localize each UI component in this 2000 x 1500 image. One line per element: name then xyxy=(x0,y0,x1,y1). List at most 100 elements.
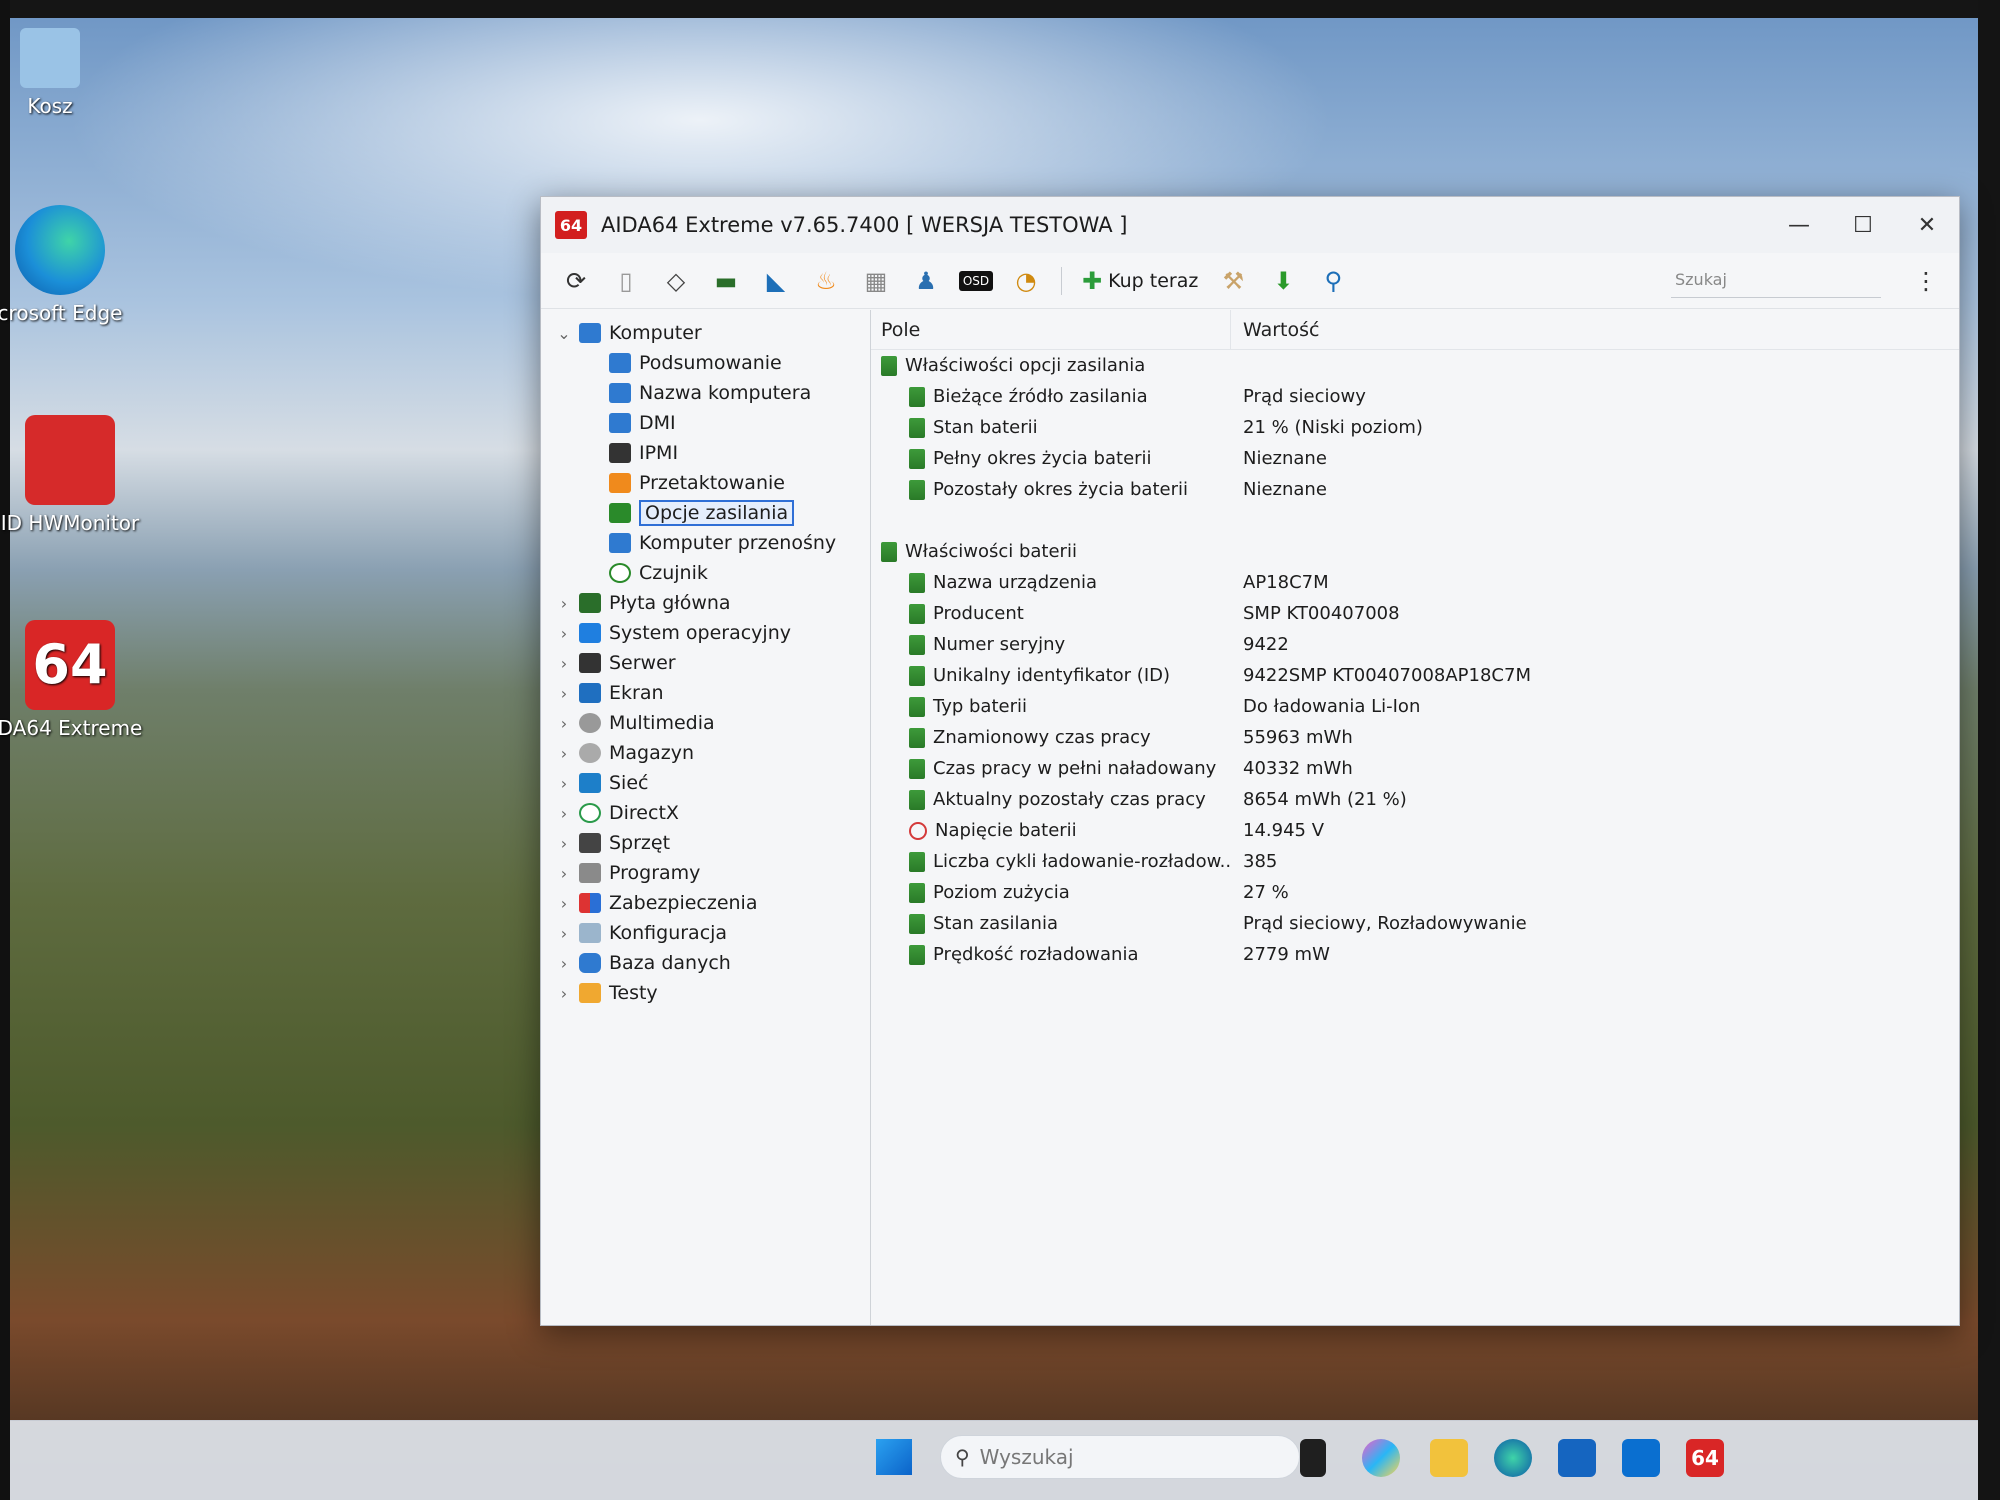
osd-icon[interactable]: OSD xyxy=(951,259,1001,303)
file-explorer-icon[interactable] xyxy=(1430,1439,1468,1477)
tree-item-przetaktowanie[interactable]: Przetaktowanie xyxy=(541,468,870,498)
list-row[interactable]: Unikalny identyfikator (ID) 9422SMP KT00… xyxy=(871,660,1959,691)
chevron-right-icon[interactable]: › xyxy=(553,624,575,643)
tree-item-konfiguracja[interactable]: › Konfiguracja xyxy=(541,918,870,948)
tools-icon[interactable]: ⚒ xyxy=(1208,259,1258,303)
tree-item-sprzet[interactable]: › Sprzęt xyxy=(541,828,870,858)
tree-item-opcje-zasilania[interactable]: Opcje zasilania xyxy=(541,498,870,528)
windows-start-icon[interactable] xyxy=(876,1439,912,1475)
minimize-button[interactable]: — xyxy=(1767,197,1831,253)
report-icon[interactable]: ▯ xyxy=(601,259,651,303)
task-view-icon[interactable] xyxy=(1300,1439,1326,1477)
chevron-right-icon[interactable]: › xyxy=(553,924,575,943)
chevron-right-icon[interactable]: › xyxy=(553,714,575,733)
list-row[interactable]: Typ baterii Do ładowania Li-Ion xyxy=(871,691,1959,722)
gauge-icon[interactable]: ◔ xyxy=(1001,259,1051,303)
storage-disk-icon[interactable]: ◇ xyxy=(651,259,701,303)
list-row[interactable]: Napięcie baterii 14.945 V xyxy=(871,815,1959,846)
tree-item-label: Programy xyxy=(609,862,701,884)
edge-icon[interactable] xyxy=(1494,1439,1532,1477)
chevron-right-icon[interactable]: › xyxy=(553,594,575,613)
search-input[interactable]: Szukaj xyxy=(1671,263,1881,298)
chevron-down-icon[interactable]: ⌄ xyxy=(553,324,575,343)
memory-module-icon[interactable]: ▬ xyxy=(701,259,751,303)
list-row[interactable]: Pozostały okres życia baterii Nieznane xyxy=(871,474,1959,505)
column-header-value[interactable]: Wartość xyxy=(1231,319,1319,341)
refresh-icon[interactable]: ⟳ xyxy=(551,259,601,303)
list-row[interactable]: Znamionowy czas pracy 55963 mWh xyxy=(871,722,1959,753)
tree-item-multimedia[interactable]: › Multimedia xyxy=(541,708,870,738)
row-field: Producent xyxy=(933,603,1024,624)
store-icon[interactable] xyxy=(1558,1439,1596,1477)
tree-item-komputer[interactable]: ⌄ Komputer xyxy=(541,318,870,348)
battery-icon xyxy=(909,851,925,872)
chevron-right-icon[interactable]: › xyxy=(553,774,575,793)
more-options-icon[interactable]: ⋮ xyxy=(1911,267,1941,295)
list-row[interactable]: Prędkość rozładowania 2779 mW xyxy=(871,939,1959,970)
list-row[interactable]: Liczba cykli ładowanie-rozładow... 385 xyxy=(871,846,1959,877)
chevron-right-icon[interactable]: › xyxy=(553,984,575,1003)
chevron-right-icon[interactable]: › xyxy=(553,744,575,763)
list-row[interactable]: Nazwa urządzenia AP18C7M xyxy=(871,567,1959,598)
desktop-icon-recycle-bin[interactable]: Kosz xyxy=(0,28,130,118)
title-bar[interactable]: 64 AIDA64 Extreme v7.65.7400 [ WERSJA TE… xyxy=(541,197,1959,253)
network-icon[interactable]: ◣ xyxy=(751,259,801,303)
close-button[interactable]: ✕ xyxy=(1895,197,1959,253)
chevron-right-icon[interactable]: › xyxy=(553,654,575,673)
list-group-header[interactable]: Właściwości opcji zasilania xyxy=(871,350,1959,381)
desktop-icon-edge[interactable]: crosoft Edge xyxy=(0,205,140,325)
tree-item-komputer-przenosny[interactable]: Komputer przenośny xyxy=(541,528,870,558)
user-icon[interactable]: ♟ xyxy=(901,259,951,303)
tree-item-serwer[interactable]: › Serwer xyxy=(541,648,870,678)
list-row[interactable]: Stan zasilania Prąd sieciowy, Rozładowyw… xyxy=(871,908,1959,939)
outlook-icon[interactable] xyxy=(1622,1439,1660,1477)
tree-item-podsumowanie[interactable]: Podsumowanie xyxy=(541,348,870,378)
desktop-icon-aida64[interactable]: 64 DA64 Extreme xyxy=(0,620,150,740)
tree-item-system-operacyjny[interactable]: › System operacyjny xyxy=(541,618,870,648)
copilot-icon[interactable] xyxy=(1362,1439,1400,1477)
tree-item-ekran[interactable]: › Ekran xyxy=(541,678,870,708)
chevron-right-icon[interactable]: › xyxy=(553,954,575,973)
column-header-field[interactable]: Pole xyxy=(871,309,1231,350)
network-icon xyxy=(579,773,601,793)
list-group-header[interactable]: Właściwości baterii xyxy=(871,536,1959,567)
chevron-right-icon[interactable]: › xyxy=(553,804,575,823)
tree-item-ipmi[interactable]: IPMI xyxy=(541,438,870,468)
flame-icon[interactable]: ♨ xyxy=(801,259,851,303)
chevron-right-icon[interactable]: › xyxy=(553,894,575,913)
chevron-right-icon[interactable]: › xyxy=(553,864,575,883)
list-row[interactable]: Pełny okres życia baterii Nieznane xyxy=(871,443,1959,474)
list-row[interactable]: Producent SMP KT00407008 xyxy=(871,598,1959,629)
list-row[interactable]: Bieżące źródło zasilania Prąd sieciowy xyxy=(871,381,1959,412)
computer-icon xyxy=(609,353,631,373)
tree-item-siec[interactable]: › Sieć xyxy=(541,768,870,798)
tree-item-czujnik[interactable]: Czujnik xyxy=(541,558,870,588)
battery-icon xyxy=(909,448,925,469)
desktop-icon-hwmonitor[interactable]: ID HWMonitor xyxy=(0,415,150,535)
chevron-right-icon[interactable]: › xyxy=(553,834,575,853)
tree-item-directx[interactable]: › DirectX xyxy=(541,798,870,828)
tree-item-zabezpieczenia[interactable]: › Zabezpieczenia xyxy=(541,888,870,918)
list-header: Pole Wartość xyxy=(871,309,1959,350)
download-icon[interactable]: ⬇ xyxy=(1258,259,1308,303)
tree-item-magazyn[interactable]: › Magazyn xyxy=(541,738,870,768)
list-row[interactable]: Numer seryjny 9422 xyxy=(871,629,1959,660)
taskbar-search-input[interactable]: ⚲ Wyszukaj xyxy=(940,1435,1300,1479)
tree-item-testy[interactable]: › Testy xyxy=(541,978,870,1008)
tree-item-programy[interactable]: › Programy xyxy=(541,858,870,888)
tree-item-baza-danych[interactable]: › Baza danych xyxy=(541,948,870,978)
tree-item-nazwa-komputera[interactable]: Nazwa komputera xyxy=(541,378,870,408)
calendar-icon[interactable]: ▦ xyxy=(851,259,901,303)
list-row[interactable]: Aktualny pozostały czas pracy 8654 mWh (… xyxy=(871,784,1959,815)
buy-now-button[interactable]: ✚ Kup teraz xyxy=(1072,259,1208,303)
search-icon[interactable]: ⚲ xyxy=(1308,259,1358,303)
list-row[interactable]: Czas pracy w pełni naładowany 40332 mWh xyxy=(871,753,1959,784)
tree-item-plyta-glowna[interactable]: › Płyta główna xyxy=(541,588,870,618)
aida64-icon[interactable]: 64 xyxy=(1686,1439,1724,1477)
tree-item-dmi[interactable]: DMI xyxy=(541,408,870,438)
maximize-button[interactable]: ☐ xyxy=(1831,197,1895,253)
list-row[interactable]: Stan baterii 21 % (Niski poziom) xyxy=(871,412,1959,443)
list-row[interactable]: Poziom zużycia 27 % xyxy=(871,877,1959,908)
chevron-right-icon[interactable]: › xyxy=(553,684,575,703)
row-value: 2779 mW xyxy=(1243,944,1330,965)
